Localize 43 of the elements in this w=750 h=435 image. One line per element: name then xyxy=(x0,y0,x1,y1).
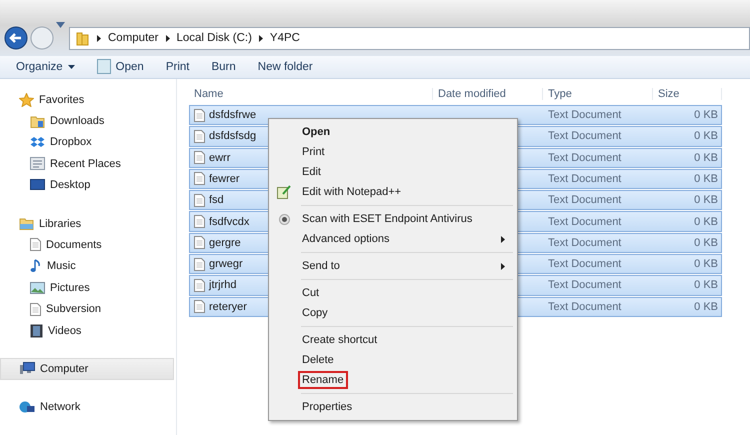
menu-item-label: Scan with ESET Endpoint Antivirus xyxy=(301,212,474,227)
file-size: 0 KB xyxy=(693,216,719,228)
file-size: 0 KB xyxy=(693,109,719,122)
menu-item-label: Delete xyxy=(301,353,335,368)
file-size: 0 KB xyxy=(693,194,719,206)
menu-item-label: Advanced options xyxy=(301,232,390,247)
menu-item-label: Send to xyxy=(301,259,341,274)
file-size: 0 KB xyxy=(693,172,719,185)
file-type: Text Document xyxy=(547,216,622,228)
file-name: reteryer xyxy=(209,300,247,313)
file-name: ewrr xyxy=(209,152,230,164)
menu-item-label: Print xyxy=(301,145,326,160)
file-size: 0 KB xyxy=(693,130,719,142)
file-type: Text Document xyxy=(547,258,622,270)
menu-item-label: Edit with Notepad++ xyxy=(301,185,402,200)
file-type: Text Document xyxy=(547,172,622,185)
file-size: 0 KB xyxy=(693,300,719,313)
file-name: gergre xyxy=(209,236,241,249)
file-type: Text Document xyxy=(547,300,622,313)
file-name: fsd xyxy=(209,194,224,206)
file-size: 0 KB xyxy=(693,152,719,164)
menu-item-label: Edit xyxy=(301,165,322,180)
file-type: Text Document xyxy=(547,130,622,142)
file-name: dsfdsfrwe xyxy=(209,109,256,122)
file-size: 0 KB xyxy=(693,258,719,270)
file-name: grwegr xyxy=(209,258,243,270)
file-type: Text Document xyxy=(547,109,622,122)
menu-item-label: Copy xyxy=(301,306,329,321)
menu-item-label: Cut xyxy=(301,286,320,301)
menu-item-label: Rename xyxy=(298,371,348,389)
file-size: 0 KB xyxy=(693,236,719,249)
file-size: 0 KB xyxy=(693,279,719,292)
file-type: Text Document xyxy=(547,194,622,206)
file-name: fsdfvcdx xyxy=(209,216,250,228)
menu-item-label: Properties xyxy=(301,400,354,415)
file-name: dsfdsfsdg xyxy=(209,130,256,142)
file-type: Text Document xyxy=(547,152,622,164)
file-type: Text Document xyxy=(547,236,622,249)
file-name: jtrjrhd xyxy=(209,279,237,292)
menu-item-label: Open xyxy=(301,125,332,140)
file-name: fewrer xyxy=(209,172,240,185)
file-type: Text Document xyxy=(547,279,622,292)
menu-item-label: Create shortcut xyxy=(301,333,378,348)
